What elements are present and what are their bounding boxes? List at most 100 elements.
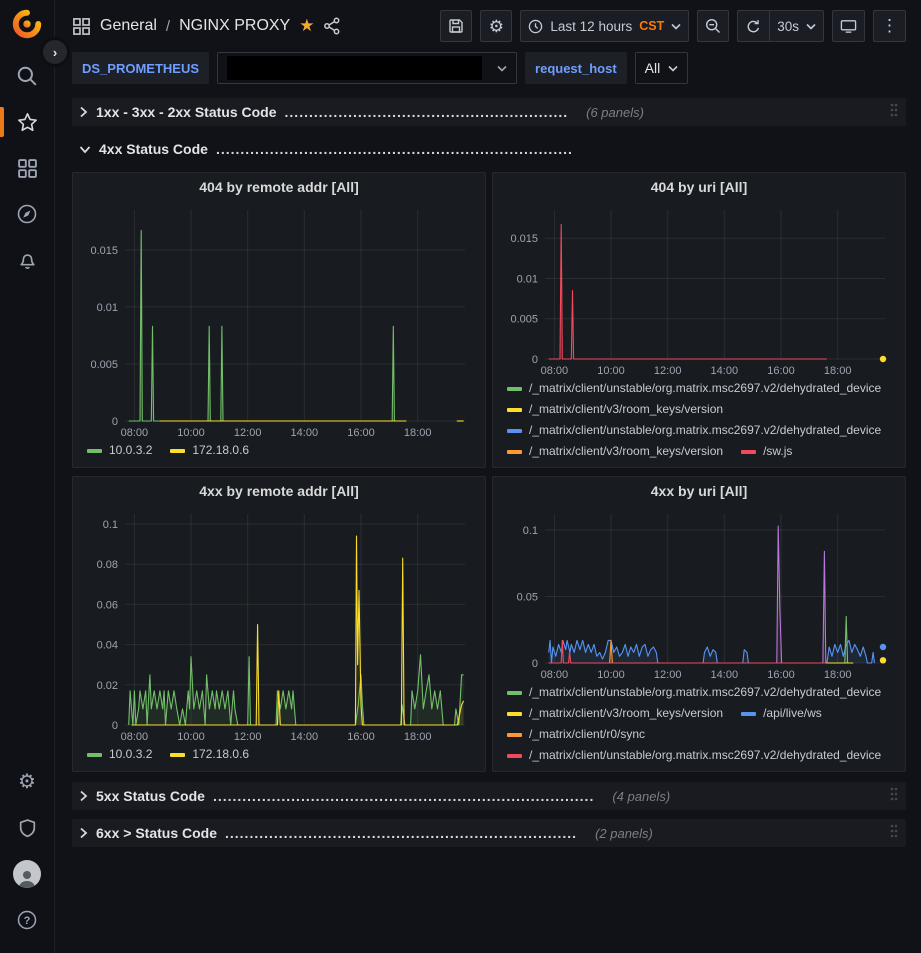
- legend-item[interactable]: /_matrix/client/v3/room_keys/version: [507, 703, 723, 724]
- sidebar-item-profile[interactable]: [0, 851, 54, 897]
- legend-item[interactable]: /_matrix/client/v3/room_keys/version: [507, 399, 723, 420]
- legend-item[interactable]: /_matrix/client/unstable/org.matrix.msc2…: [507, 378, 881, 399]
- sidebar-item-configuration[interactable]: ⚙: [0, 759, 54, 805]
- sidebar-item-starred[interactable]: [0, 99, 54, 145]
- panel-404-by-uri: 404 by uri [All] 08:0010:0012:0014:0016:…: [492, 172, 906, 468]
- time-series-chart[interactable]: 08:0010:0012:0014:0016:0018:0000.050.1: [501, 506, 897, 681]
- row-panel-count: (2 panels): [595, 826, 653, 841]
- row-header-4xx[interactable]: 4xx Status Code ........................…: [72, 135, 906, 163]
- row-header-5xx[interactable]: 5xx Status Code ........................…: [72, 782, 906, 810]
- time-series-chart[interactable]: 08:0010:0012:0014:0016:0018:0000.0050.01…: [81, 202, 477, 439]
- svg-text:12:00: 12:00: [654, 669, 682, 681]
- share-icon[interactable]: [323, 17, 341, 35]
- legend-item[interactable]: /_matrix/client/v3/room_keys/version: [507, 441, 723, 462]
- legend-item[interactable]: 172.18.0.6: [170, 744, 249, 765]
- datasource-label[interactable]: DS_PROMETHEUS: [72, 52, 209, 84]
- svg-text:0.1: 0.1: [523, 525, 538, 537]
- dashboard-grid-icon[interactable]: [72, 17, 91, 36]
- panel-legend: 10.0.3.2 172.18.0.6: [81, 439, 477, 463]
- time-series-chart[interactable]: 08:0010:0012:0014:0016:0018:0000.0050.01…: [501, 202, 897, 377]
- legend-label: /api/live/ws: [763, 703, 822, 724]
- chart-svg: 08:0010:0012:0014:0016:0018:0000.0050.01…: [81, 202, 477, 439]
- svg-text:10:00: 10:00: [597, 669, 625, 681]
- panel-title[interactable]: 404 by uri [All]: [501, 173, 897, 202]
- row-title: 6xx > Status Code: [96, 825, 217, 841]
- sidebar-item-dashboards[interactable]: [0, 145, 54, 191]
- variable-value: All: [645, 60, 661, 76]
- legend-swatch: [87, 753, 102, 757]
- svg-text:18:00: 18:00: [404, 731, 432, 743]
- svg-text:08:00: 08:00: [121, 427, 149, 439]
- svg-text:16:00: 16:00: [347, 731, 375, 743]
- svg-text:14:00: 14:00: [711, 669, 739, 681]
- breadcrumb-folder[interactable]: General: [100, 17, 157, 35]
- breadcrumb-dashboard-title[interactable]: NGINX PROXY: [179, 17, 290, 35]
- shield-icon: [17, 818, 38, 839]
- svg-text:0.06: 0.06: [97, 599, 118, 611]
- svg-text:18:00: 18:00: [404, 427, 432, 439]
- row-drag-handle[interactable]: [889, 823, 899, 844]
- svg-text:?: ?: [24, 915, 31, 927]
- legend-item[interactable]: /sw.js: [741, 441, 792, 462]
- legend-item[interactable]: 10.0.3.2: [87, 440, 152, 461]
- legend-swatch: [170, 753, 185, 757]
- grafana-logo[interactable]: [12, 9, 42, 39]
- legend-label: /_matrix/client/unstable/org.matrix.msc2…: [529, 420, 881, 441]
- dashboard-settings-button[interactable]: ⚙: [480, 10, 512, 42]
- legend-item[interactable]: /_matrix/client/r0/sync: [507, 724, 645, 745]
- panel-title[interactable]: 4xx by remote addr [All]: [81, 477, 477, 506]
- legend-item[interactable]: /api/live/ws: [741, 703, 822, 724]
- avatar: [13, 860, 41, 888]
- legend-item[interactable]: 10.0.3.2: [87, 744, 152, 765]
- zoom-out-time-button[interactable]: [697, 10, 729, 42]
- chart-svg: 08:0010:0012:0014:0016:0018:0000.0050.01…: [501, 202, 897, 377]
- row-header-1xx-3xx-2xx[interactable]: 1xx - 3xx - 2xx Status Code ............…: [72, 98, 906, 126]
- svg-text:08:00: 08:00: [541, 365, 569, 377]
- star-filled-icon[interactable]: ★: [299, 16, 314, 36]
- row-header-6xx[interactable]: 6xx > Status Code ......................…: [72, 819, 906, 847]
- sidebar-item-explore[interactable]: [0, 191, 54, 237]
- help-icon: ?: [16, 909, 38, 931]
- datasource-picker[interactable]: [217, 52, 517, 84]
- svg-text:12:00: 12:00: [654, 365, 682, 377]
- panel-title[interactable]: 404 by remote addr [All]: [81, 173, 477, 202]
- legend-label: /_matrix/client/unstable/org.matrix.msc2…: [529, 682, 881, 703]
- legend-item[interactable]: /_matrix/client/unstable/org.matrix.msc2…: [507, 745, 881, 766]
- gear-icon: ⚙: [18, 772, 36, 792]
- legend-item[interactable]: /_matrix/client/unstable/org.matrix.msc2…: [507, 420, 881, 441]
- sidebar-item-help[interactable]: ?: [0, 897, 54, 943]
- legend-label: /_matrix/client/r0/sync: [529, 724, 645, 745]
- legend-item[interactable]: 172.18.0.6: [170, 440, 249, 461]
- svg-text:14:00: 14:00: [291, 427, 319, 439]
- save-dashboard-button[interactable]: [440, 10, 472, 42]
- kebab-menu-icon: ⋮: [881, 16, 898, 36]
- more-options-button[interactable]: ⋮: [873, 10, 906, 42]
- row-drag-handle[interactable]: [889, 102, 899, 123]
- legend-label: 172.18.0.6: [192, 744, 249, 765]
- legend-swatch: [507, 733, 522, 737]
- sidebar-expand-toggle[interactable]: ›: [43, 40, 67, 64]
- svg-text:0.015: 0.015: [90, 245, 118, 257]
- cycle-view-mode-button[interactable]: [832, 10, 865, 42]
- svg-text:08:00: 08:00: [121, 731, 149, 743]
- panel-title[interactable]: 4xx by uri [All]: [501, 477, 897, 506]
- legend-item[interactable]: /_matrix/client/unstable/org.matrix.msc2…: [507, 682, 881, 703]
- svg-text:18:00: 18:00: [824, 669, 852, 681]
- save-icon: [448, 18, 464, 34]
- row-title-dots: ........................................…: [213, 788, 594, 804]
- row-drag-handle[interactable]: [889, 786, 899, 807]
- chevron-down-icon: [79, 145, 91, 154]
- alerting-bell-icon: [17, 250, 38, 271]
- variable-value-picker[interactable]: All: [635, 52, 689, 84]
- time-range-picker[interactable]: Last 12 hours CST: [520, 10, 689, 42]
- refresh-group: 30s: [737, 10, 824, 42]
- variable-label-request-host[interactable]: request_host: [525, 52, 627, 84]
- sidebar-item-alerting[interactable]: [0, 237, 54, 283]
- legend-swatch: [507, 387, 522, 391]
- star-outline-icon: [16, 111, 39, 134]
- refresh-interval-picker[interactable]: 30s: [769, 10, 824, 42]
- sidebar-item-server-admin[interactable]: [0, 805, 54, 851]
- panel-4xx-by-remote-addr: 4xx by remote addr [All] 08:0010:0012:00…: [72, 476, 486, 772]
- time-series-chart[interactable]: 08:0010:0012:0014:0016:0018:0000.020.040…: [81, 506, 477, 743]
- refresh-dashboard-button[interactable]: [737, 10, 769, 42]
